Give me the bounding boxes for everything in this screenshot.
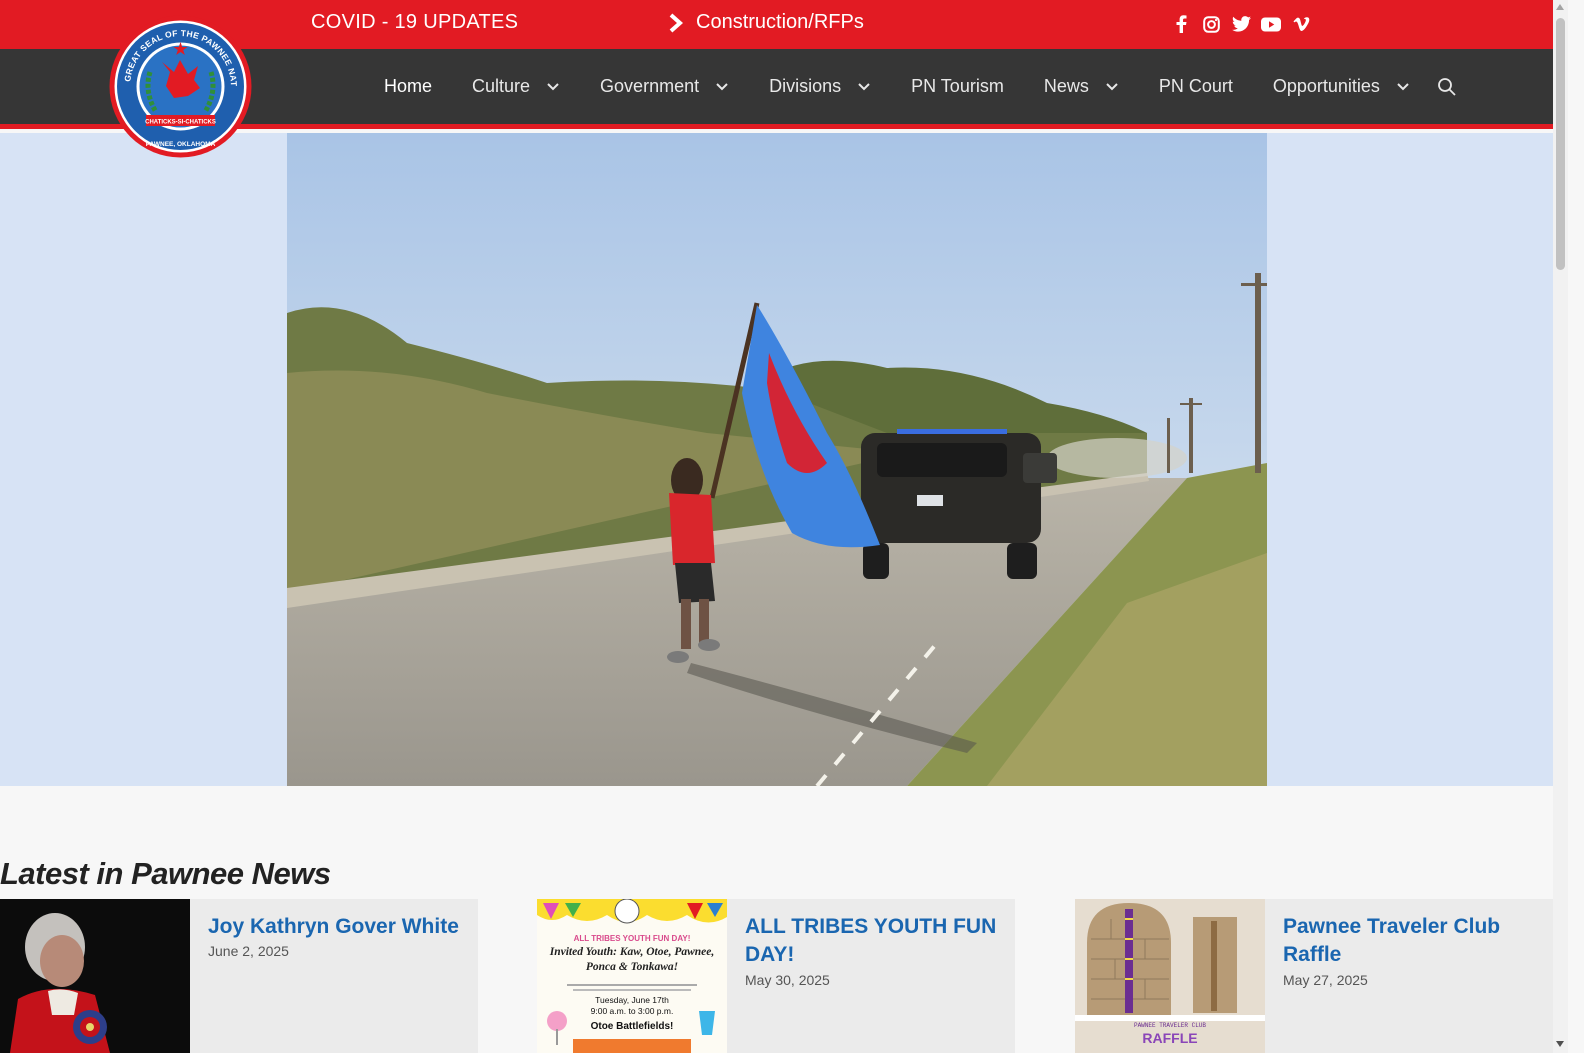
news-card[interactable]: Joy Kathryn Gover White June 2, 2025 (0, 899, 478, 1053)
scrollbar-thumb[interactable] (1556, 18, 1565, 270)
covid-updates-link[interactable]: COVID - 19 UPDATES (311, 11, 518, 34)
scroll-up-arrow-icon[interactable] (1556, 4, 1564, 10)
hero-image (287, 133, 1267, 786)
chevron-down-icon (1397, 82, 1409, 90)
chevron-right-icon (669, 13, 684, 32)
hero-photo-girl-with-flag (287, 133, 1267, 786)
flyer-headline: ALL TRIBES YOUTH FUN DAY! (574, 934, 691, 943)
nav-item-label: Opportunities (1272, 76, 1380, 96)
nav-item-home[interactable]: Home (384, 76, 432, 97)
nav-item-label: News (1043, 76, 1089, 96)
portrait-photo (0, 899, 190, 1053)
nav-item-opportunities[interactable]: Opportunities (1273, 76, 1410, 97)
nav-item-news[interactable]: News (1044, 76, 1119, 97)
social-links (1171, 14, 1311, 34)
nav-item-label: Culture (472, 76, 531, 96)
search-icon[interactable] (1437, 77, 1457, 97)
raffle-word: RAFFLE (1142, 1030, 1197, 1046)
nav-item-label: Home (384, 76, 433, 96)
news-card-title[interactable]: Pawnee Traveler Club Raffle (1283, 913, 1548, 969)
news-card-date: May 27, 2025 (1283, 972, 1368, 988)
news-card-thumbnail[interactable] (0, 899, 190, 1053)
flyer-invite-text: Invited Youth: Kaw, Otoe, Pawnee, Ponca … (549, 946, 715, 973)
news-section-heading: Latest in Pawnee News (0, 856, 331, 891)
nav-item-pn-tourism[interactable]: PN Tourism (911, 76, 1004, 97)
nav-item-divisions[interactable]: Divisions (769, 76, 871, 97)
youth-fun-day-flyer: ALL TRIBES YOUTH FUN DAY! Invited Youth:… (537, 899, 727, 1053)
chevron-down-icon (547, 82, 559, 90)
flyer-time: 9:00 a.m. to 3:00 p.m. (591, 1006, 674, 1016)
instagram-icon[interactable] (1201, 14, 1221, 34)
news-card-date: May 30, 2025 (745, 972, 830, 988)
page-scrollbar[interactable] (1553, 0, 1568, 1053)
news-card-title[interactable]: Joy Kathryn Gover White (208, 913, 473, 941)
news-card-date: June 2, 2025 (208, 943, 289, 959)
main-nav: Home Culture Government Divisions PN Tou… (384, 49, 1450, 124)
twitter-icon[interactable] (1231, 14, 1251, 34)
traveler-club-raffle-image: PAWNEE TRAVELER CLUB RAFFLE (1075, 899, 1265, 1053)
youtube-icon[interactable] (1261, 14, 1281, 34)
news-card-thumbnail[interactable]: ALL TRIBES YOUTH FUN DAY! Invited Youth:… (537, 899, 727, 1053)
nav-item-government[interactable]: Government (600, 76, 729, 97)
nav-item-culture[interactable]: Culture (472, 76, 560, 97)
chevron-down-icon (858, 82, 870, 90)
raffle-club-name: PAWNEE TRAVELER CLUB (1134, 1022, 1206, 1029)
news-card[interactable]: ALL TRIBES YOUTH FUN DAY! Invited Youth:… (537, 899, 1015, 1053)
seal-bottom-text: PAWNEE, OKLAHOMA (146, 141, 216, 148)
construction-rfps-link[interactable]: Construction/RFPs (668, 11, 864, 34)
chevron-down-icon (1106, 82, 1118, 90)
news-card[interactable]: PAWNEE TRAVELER CLUB RAFFLE Pawnee Trave… (1075, 899, 1553, 1053)
flyer-place: Otoe Battlefields! (591, 1021, 674, 1032)
flyer-date: Tuesday, June 17th (595, 995, 669, 1005)
chevron-down-icon (716, 82, 728, 90)
construction-rfps-label: Construction/RFPs (696, 11, 864, 33)
news-card-title[interactable]: ALL TRIBES YOUTH FUN DAY! (745, 913, 1010, 969)
facebook-icon[interactable] (1171, 14, 1191, 34)
seal-banner-text: CHATICKS-SI-CHATICKS (145, 120, 216, 126)
nav-item-label: PN Court (1158, 76, 1233, 96)
nav-item-label: Government (600, 76, 700, 96)
nav-item-label: PN Tourism (911, 76, 1004, 96)
nav-item-pn-court[interactable]: PN Court (1159, 76, 1233, 97)
scroll-down-arrow-icon[interactable] (1556, 1041, 1564, 1047)
vimeo-icon[interactable] (1291, 14, 1311, 34)
news-card-thumbnail[interactable]: PAWNEE TRAVELER CLUB RAFFLE (1075, 899, 1265, 1053)
pawnee-nation-seal-logo[interactable]: THE GREAT SEAL OF THE PAWNEE NATION PAWN… (108, 14, 253, 159)
nav-item-label: Divisions (769, 76, 842, 96)
